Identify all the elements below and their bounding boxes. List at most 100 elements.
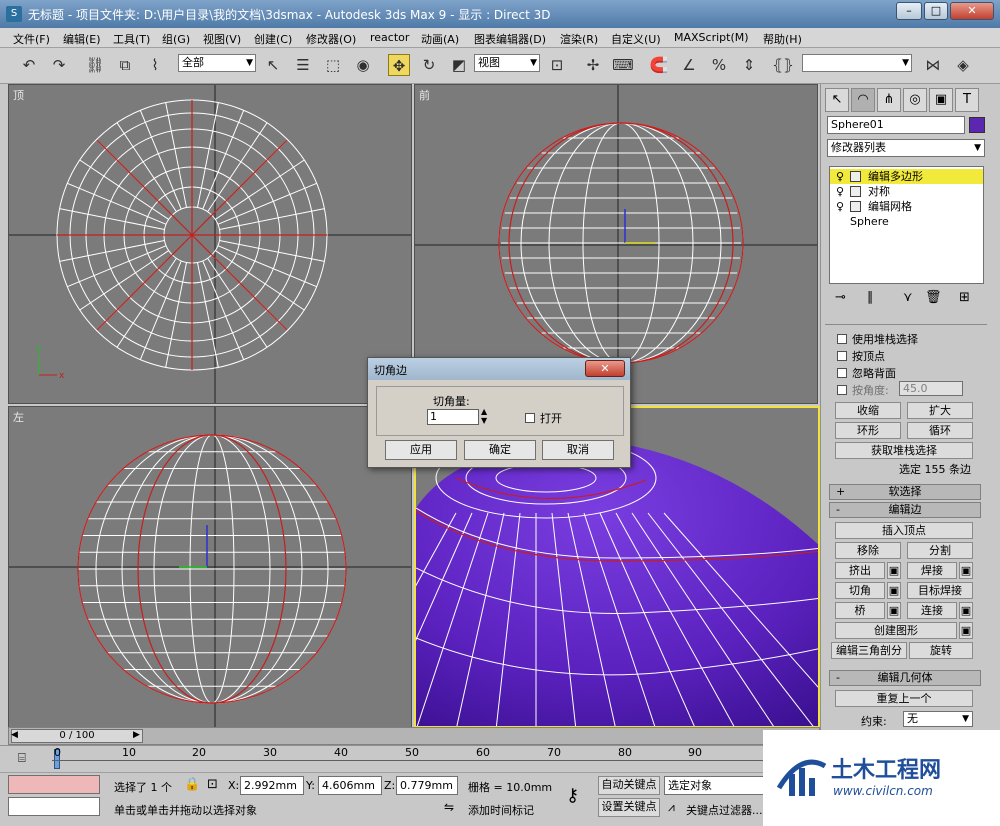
cancel-button[interactable]: 取消 — [542, 440, 614, 460]
menu-modifiers[interactable]: 修改器(O) — [306, 31, 356, 47]
menu-maxscript[interactable]: MAXScript(M) — [674, 31, 749, 44]
select-link-icon[interactable]: ⛓ — [84, 54, 106, 76]
spinner-arrows-icon[interactable]: ▲ ▼ — [481, 407, 487, 425]
connect-settings-icon[interactable]: ▣ — [959, 602, 973, 619]
chevron-left-icon[interactable]: ◀ — [11, 730, 18, 740]
modify-tab-icon[interactable]: ◠ — [851, 88, 875, 112]
weld-button[interactable]: 焊接 — [907, 562, 957, 579]
minimize-button[interactable]: – — [896, 2, 922, 20]
viewport-left[interactable]: 左 — [8, 406, 412, 728]
dialog-close-button[interactable]: ✕ — [585, 360, 625, 377]
split-button[interactable]: 分割 — [907, 542, 973, 559]
object-name-input[interactable]: Sphere01 — [827, 116, 965, 134]
chevron-right-icon[interactable]: ▶ — [133, 730, 140, 740]
time-slider[interactable]: 0 / 100 ◀ ▶ — [8, 727, 820, 745]
extrude-settings-icon[interactable]: ▣ — [887, 562, 901, 579]
mirror-icon[interactable]: ⋈ — [922, 54, 944, 76]
object-color-swatch[interactable] — [969, 117, 985, 133]
use-stack-selection-checkbox[interactable]: 使用堆栈选择 — [837, 331, 918, 347]
pivot-center-icon[interactable]: ⊡ — [546, 54, 568, 76]
weld-settings-icon[interactable]: ▣ — [959, 562, 973, 579]
stack-item-edit-poly[interactable]: ♀ 编辑多边形 — [830, 169, 983, 184]
time-slider-thumb[interactable]: 0 / 100 — [11, 729, 143, 743]
hierarchy-tab-icon[interactable]: ⋔ — [877, 88, 901, 112]
modifier-list-dropdown[interactable]: 修改器列表 ▼ — [827, 139, 985, 157]
maxscript-listener-input[interactable] — [8, 775, 100, 794]
selection-filter-dropdown[interactable]: 全部 ▼ — [178, 54, 256, 72]
turn-button[interactable]: 旋转 — [909, 642, 973, 659]
motion-tab-icon[interactable]: ◎ — [903, 88, 927, 112]
connect-button[interactable]: 连接 — [907, 602, 957, 619]
ring-button[interactable]: 环形 — [835, 422, 901, 439]
edit-named-selection-icon[interactable]: ⦃⦄ — [772, 54, 794, 76]
maximize-button[interactable]: □ — [924, 2, 948, 20]
menu-views[interactable]: 视图(V) — [203, 31, 241, 47]
edit-geometry-rollout[interactable]: - 编辑几何体 — [829, 670, 981, 686]
app-logo-icon[interactable]: S — [6, 6, 22, 22]
pin-stack-icon[interactable]: ⊸ — [835, 290, 846, 305]
create-shape-settings-icon[interactable]: ▣ — [959, 622, 973, 639]
shrink-button[interactable]: 收缩 — [835, 402, 901, 419]
constraints-dropdown[interactable]: 无 ▼ — [903, 711, 973, 727]
ignore-backfacing-checkbox[interactable]: 忽略背面 — [837, 365, 896, 381]
menu-edit[interactable]: 编辑(E) — [63, 31, 101, 47]
expand-icon[interactable] — [850, 186, 861, 197]
menu-group[interactable]: 组(G) — [162, 31, 190, 47]
loop-button[interactable]: 循环 — [907, 422, 973, 439]
move-icon[interactable]: ✥ — [388, 54, 410, 76]
menu-help[interactable]: 帮助(H) — [763, 31, 802, 47]
lightbulb-icon[interactable]: ♀ — [836, 169, 844, 184]
percent-snap-icon[interactable]: % — [708, 54, 730, 76]
show-end-result-icon[interactable]: ∥ — [867, 290, 874, 305]
menu-file[interactable]: 文件(F) — [13, 31, 50, 47]
dialog-title-bar[interactable]: 切角边 ✕ — [368, 358, 630, 380]
insert-vertex-button[interactable]: 插入顶点 — [835, 522, 973, 539]
chamfer-button[interactable]: 切角 — [835, 582, 885, 599]
viewport-front[interactable]: 前 — [414, 84, 818, 404]
spinner-snap-icon[interactable]: ⇕ — [738, 54, 760, 76]
angle-snap-icon[interactable]: ∠ — [678, 54, 700, 76]
lightbulb-icon[interactable]: ♀ — [836, 184, 844, 199]
close-button[interactable]: ✕ — [950, 2, 994, 20]
create-shape-button[interactable]: 创建图形 — [835, 622, 957, 639]
set-key-button[interactable]: 设置关键点 — [598, 798, 660, 817]
viewport-top[interactable]: 顶 y x — [8, 84, 412, 404]
ok-button[interactable]: 确定 — [464, 440, 536, 460]
soft-selection-rollout[interactable]: + 软选择 — [829, 484, 981, 500]
make-unique-icon[interactable]: ⋎ — [903, 290, 913, 305]
mini-curve-editor-icon[interactable]: ⌸ — [18, 751, 26, 766]
maxscript-output[interactable] — [8, 797, 100, 816]
stack-item-sphere[interactable]: Sphere — [830, 214, 983, 229]
named-selection-dropdown[interactable]: ▼ — [802, 54, 912, 72]
configure-modifier-sets-icon[interactable]: ⊞ — [959, 290, 970, 305]
apply-button[interactable]: 应用 — [385, 440, 457, 460]
rotate-icon[interactable]: ↻ — [418, 54, 440, 76]
display-tab-icon[interactable]: ▣ — [929, 88, 953, 112]
transform-mode-icon[interactable]: ⊡ — [207, 777, 218, 792]
target-weld-button[interactable]: 目标焊接 — [907, 582, 973, 599]
get-stack-selection-button[interactable]: 获取堆栈选择 — [835, 442, 973, 459]
chamfer-amount-input[interactable]: 1 — [427, 409, 479, 425]
edit-edges-rollout[interactable]: - 编辑边 — [829, 502, 981, 518]
chamfer-settings-icon[interactable]: ▣ — [887, 582, 901, 599]
utilities-tab-icon[interactable]: T — [955, 88, 979, 112]
stack-item-edit-mesh[interactable]: ♀ 编辑网格 — [830, 199, 983, 214]
by-vertex-checkbox[interactable]: 按顶点 — [837, 348, 885, 364]
menu-create[interactable]: 创建(C) — [254, 31, 292, 47]
select-object-icon[interactable]: ↖ — [262, 54, 284, 76]
select-manipulate-icon[interactable]: ✢ — [582, 54, 604, 76]
scale-icon[interactable]: ◩ — [448, 54, 470, 76]
grow-button[interactable]: 扩大 — [907, 402, 973, 419]
remove-modifier-icon[interactable]: 🗑 — [925, 290, 942, 305]
by-angle-checkbox[interactable]: 按角度: — [837, 382, 889, 398]
menu-reactor[interactable]: reactor — [370, 31, 409, 44]
key-selection-dropdown[interactable]: 选定对象 — [664, 776, 768, 795]
select-by-name-icon[interactable]: ☰ — [292, 54, 314, 76]
key-filter-icon[interactable]: ⩘ — [668, 800, 675, 815]
track-bar[interactable]: ⌸ 0 10 20 30 40 50 60 70 80 90 — [0, 745, 820, 772]
menu-tools[interactable]: 工具(T) — [113, 31, 150, 47]
window-crossing-icon[interactable]: ◉ — [352, 54, 374, 76]
bind-space-warp-icon[interactable]: ⌇ — [144, 54, 166, 76]
menu-animation[interactable]: 动画(A) — [421, 31, 459, 47]
snap-toggle-icon[interactable]: 🧲 — [648, 54, 670, 76]
